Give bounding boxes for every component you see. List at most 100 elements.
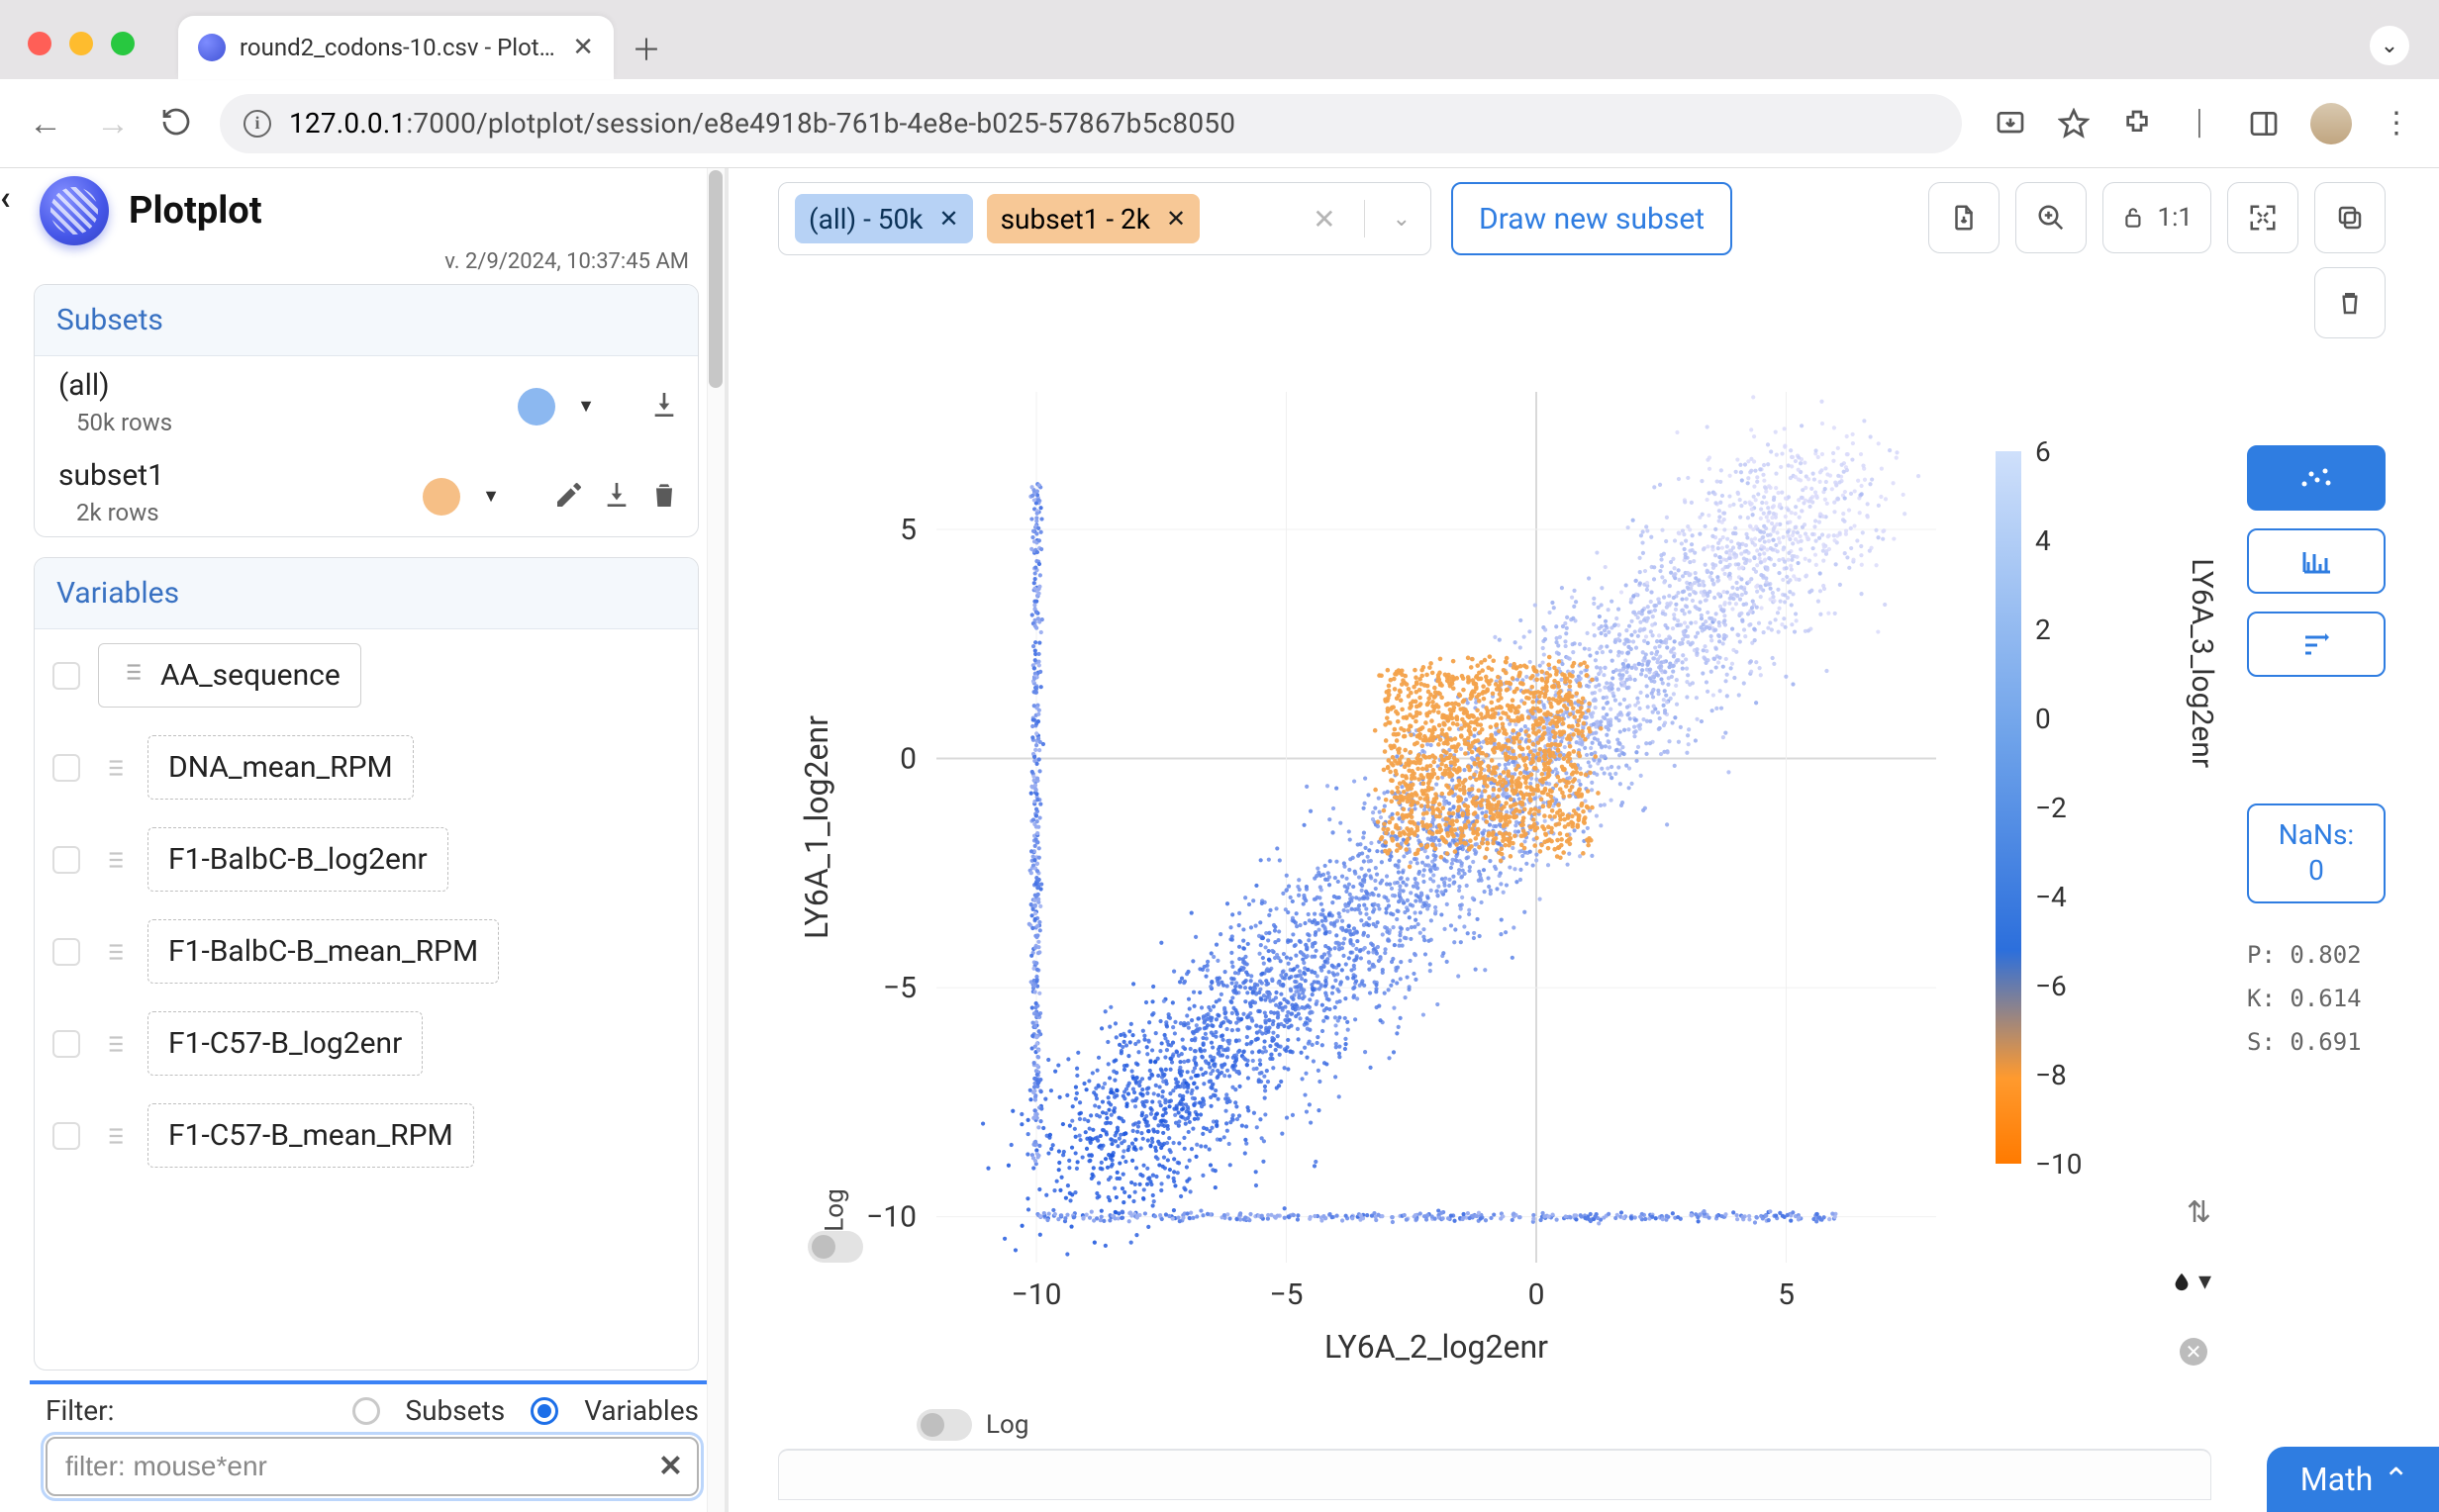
scatter-mode-button[interactable] <box>2247 445 2386 511</box>
browser-tab[interactable]: round2_codons-10.csv - Plot… ✕ <box>178 16 614 79</box>
subset-color-swatch[interactable] <box>518 388 555 425</box>
chrome-menu-button[interactable]: ⋮ <box>2382 106 2413 141</box>
zoom-in-button[interactable] <box>2015 182 2087 253</box>
remove-chip-icon[interactable]: ✕ <box>1166 205 1186 233</box>
expression-bar[interactable] <box>778 1449 2211 1500</box>
list-icon <box>98 1028 130 1060</box>
subset-chip[interactable]: subset1 - 2k ✕ <box>987 194 1200 243</box>
svg-text:LY6A_2_log2enr: LY6A_2_log2enr <box>1324 1328 1548 1366</box>
sidebar-scrollbar-thumb[interactable] <box>709 170 723 388</box>
math-panel-toggle[interactable]: Math ⌃ <box>2267 1447 2439 1512</box>
fit-view-button[interactable] <box>2227 182 2298 253</box>
filter-radio-group: Subsets Variables <box>352 1394 700 1427</box>
variable-checkbox[interactable] <box>52 1122 80 1150</box>
duplicate-plot-button[interactable] <box>2314 182 2386 253</box>
download-plot-button[interactable] <box>1928 182 2000 253</box>
variables-header[interactable]: Variables <box>35 558 698 629</box>
subset-color-dropdown-icon[interactable]: ▼ <box>577 396 595 417</box>
svg-text:0: 0 <box>1528 1277 1545 1312</box>
variable-pill[interactable]: AA_sequence <box>98 643 361 708</box>
subset-color-dropdown-icon[interactable]: ▼ <box>482 486 500 507</box>
site-info-icon[interactable]: i <box>244 110 271 138</box>
side-panel-icon[interactable] <box>2247 107 2281 141</box>
app-logo-icon <box>40 176 109 245</box>
variable-pill[interactable]: DNA_mean_RPM <box>147 735 414 800</box>
fullscreen-window-icon[interactable] <box>111 32 135 55</box>
colorbar-axis-label[interactable]: LY6A_3_log2enr <box>2185 558 2219 768</box>
subset-color-swatch[interactable] <box>423 478 460 516</box>
reload-button[interactable] <box>160 106 192 142</box>
bookmark-icon[interactable] <box>2057 107 2091 141</box>
minimize-window-icon[interactable] <box>69 32 93 55</box>
browser-actions: │ ⋮ <box>1994 103 2413 144</box>
filter-radio-variables[interactable] <box>531 1397 558 1425</box>
x-log-toggle[interactable]: Log <box>917 1409 1028 1441</box>
close-tab-icon[interactable]: ✕ <box>572 33 594 62</box>
delete-plot-button[interactable] <box>2314 267 2386 338</box>
chip-dropdown-icon[interactable]: ⌄ <box>1385 207 1418 232</box>
plot-canvas[interactable]: −10−505−10−505LY6A_2_log2enrLY6A_1_log2e… <box>778 372 2233 1381</box>
svg-text:−10: −10 <box>1012 1277 1062 1312</box>
colorbar-remove-icon[interactable]: ✕ <box>2180 1338 2207 1366</box>
toggle-icon[interactable] <box>808 1231 863 1263</box>
sidebar-scrollbar[interactable] <box>707 168 725 1512</box>
profile-avatar[interactable] <box>2310 103 2352 144</box>
clear-all-chips-icon[interactable]: ✕ <box>1305 203 1343 236</box>
y-log-toggle[interactable]: Log <box>808 1195 863 1263</box>
nan-counter[interactable]: NaNs: 0 <box>2247 803 2386 903</box>
subset-chip[interactable]: (all) - 50k ✕ <box>795 194 973 243</box>
filter-input[interactable] <box>46 1437 699 1496</box>
variable-row[interactable]: AA_sequence <box>35 629 698 721</box>
variable-row[interactable]: F1-C57-B_mean_RPM <box>35 1089 698 1181</box>
scatter-plot[interactable]: −10−505−10−505LY6A_2_log2enrLY6A_1_log2e… <box>778 372 2439 1441</box>
toolbar-divider: │ <box>2184 107 2217 141</box>
extensions-icon[interactable] <box>2120 107 2154 141</box>
colorbar-color-dropdown[interactable]: ▾ <box>2171 1267 2211 1296</box>
close-window-icon[interactable] <box>28 32 51 55</box>
back-button[interactable]: ← <box>26 104 65 143</box>
browser-chrome: round2_codons-10.csv - Plot… ✕ ＋ ⌄ ← → i… <box>0 0 2439 168</box>
address-bar[interactable]: i 127.0.0.1:7000/plotplot/session/e8e491… <box>220 94 1962 153</box>
colorbar-swap-icon[interactable]: ⇅ <box>2187 1195 2211 1230</box>
variable-pill[interactable]: F1-C57-B_mean_RPM <box>147 1103 474 1168</box>
variable-row[interactable]: F1-BalbC-B_mean_RPM <box>35 905 698 997</box>
filter-radio-subsets[interactable] <box>352 1397 380 1425</box>
variable-checkbox[interactable] <box>52 662 80 690</box>
plot-top-controls: (all) - 50k ✕ subset1 - 2k ✕ ✕ ⌄ Draw ne… <box>778 182 2439 338</box>
delete-subset-icon[interactable] <box>648 479 678 515</box>
clear-filter-icon[interactable]: ✕ <box>658 1450 683 1484</box>
subsets-header[interactable]: Subsets <box>35 285 698 356</box>
histogram-mode-button[interactable] <box>2247 528 2386 594</box>
new-tab-button[interactable]: ＋ <box>632 26 661 79</box>
edit-subset-icon[interactable] <box>553 479 583 515</box>
variable-row[interactable]: DNA_mean_RPM <box>35 721 698 813</box>
variable-pill[interactable]: F1-BalbC-B_mean_RPM <box>147 919 499 984</box>
subset-row[interactable]: subset1 2k rows ▼ <box>35 446 698 536</box>
variable-checkbox[interactable] <box>52 754 80 782</box>
aspect-ratio-button[interactable]: 1:1 <box>2102 182 2211 253</box>
remove-chip-icon[interactable]: ✕ <box>938 205 958 233</box>
subset-row[interactable]: (all) 50k rows ▼ <box>35 356 698 446</box>
list-icon <box>98 844 130 876</box>
variable-checkbox[interactable] <box>52 846 80 874</box>
variable-pill[interactable]: F1-C57-B_log2enr <box>147 1011 423 1076</box>
tab-overflow-button[interactable]: ⌄ <box>2370 26 2409 65</box>
stat-spearman: S: 0.691 <box>2247 1028 2386 1056</box>
toggle-icon[interactable] <box>917 1409 972 1441</box>
collapse-sidebar-button[interactable]: ‹ <box>0 168 20 1512</box>
variable-row[interactable]: F1-C57-B_log2enr <box>35 997 698 1089</box>
variable-pill[interactable]: F1-BalbC-B_log2enr <box>147 827 448 892</box>
variable-checkbox[interactable] <box>52 938 80 966</box>
download-subset-icon[interactable] <box>601 479 631 515</box>
download-subset-icon[interactable] <box>648 389 678 425</box>
variable-row[interactable]: F1-BalbC-B_log2enr <box>35 813 698 905</box>
correlation-stats: P: 0.802 K: 0.614 S: 0.691 <box>2247 941 2386 1056</box>
filter-radio-variables-label[interactable]: Variables <box>584 1394 699 1427</box>
install-app-icon[interactable] <box>1994 107 2027 141</box>
variable-checkbox[interactable] <box>52 1030 80 1058</box>
draw-subset-button[interactable]: Draw new subset <box>1451 182 1732 255</box>
subset-chip-bar[interactable]: (all) - 50k ✕ subset1 - 2k ✕ ✕ ⌄ <box>778 182 1431 255</box>
rank-mode-button[interactable] <box>2247 612 2386 677</box>
browser-toolbar: ← → i 127.0.0.1:7000/plotplot/session/e8… <box>0 79 2439 168</box>
filter-radio-subsets-label[interactable]: Subsets <box>406 1394 506 1427</box>
